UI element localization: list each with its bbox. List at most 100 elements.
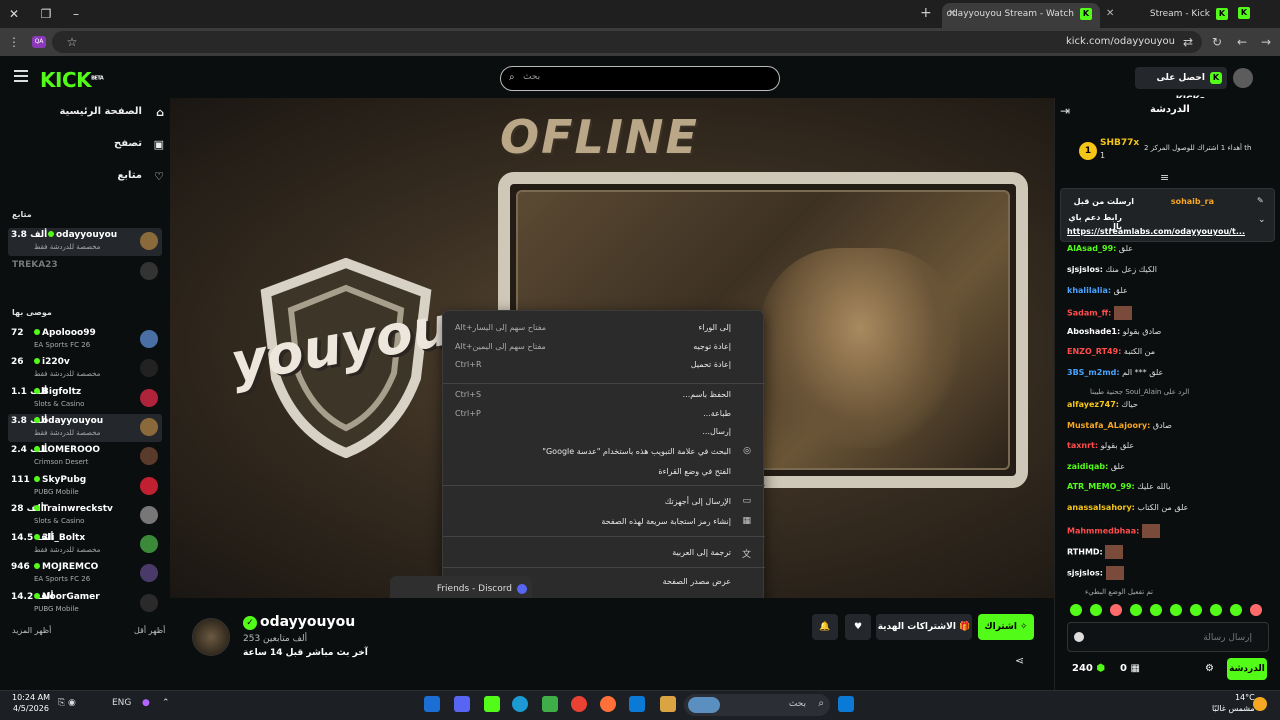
- network-icon[interactable]: ⎘ ◉: [58, 698, 76, 708]
- chrome-icon[interactable]: [571, 696, 587, 712]
- emote-icon[interactable]: [1250, 604, 1262, 616]
- sidebar-channel-3li_boltx[interactable]: 14.5 ألف 3li_Boltx مخصصة للدردشة فقط: [8, 531, 162, 559]
- bookmark-star-icon[interactable]: ☆: [64, 34, 80, 50]
- nav-browse[interactable]: ▣ تصفح: [14, 138, 164, 158]
- collapse-chat-icon[interactable]: ⇥: [1060, 104, 1070, 118]
- chat-send-button[interactable]: الدردشة: [1227, 658, 1267, 680]
- follow-heart-button[interactable]: ♥: [845, 614, 871, 640]
- context-menu-item[interactable]: الحفظ باسم... Ctrl+S: [443, 386, 765, 404]
- back-icon[interactable]: ←: [1234, 34, 1250, 50]
- sidebar-channel-treka23[interactable]: TREKA23: [8, 258, 162, 286]
- pinned-user[interactable]: SHB77x: [1100, 138, 1139, 148]
- menu-hamburger-icon[interactable]: [14, 70, 28, 82]
- emote-icon[interactable]: [1130, 604, 1142, 616]
- chat-message: Mustafa_ALajoory: صادق: [1067, 421, 1172, 430]
- sidebar-channel-noorgamer[interactable]: 14.2 ألف NoorGamer PUBG Mobile: [8, 590, 162, 618]
- steam-icon[interactable]: [424, 696, 440, 712]
- kick-taskbar-icon[interactable]: [484, 696, 500, 712]
- chat-message-field[interactable]: [1092, 629, 1252, 647]
- firefox-icon[interactable]: [600, 696, 616, 712]
- context-menu-item[interactable]: إرسال...: [443, 423, 765, 441]
- url-text[interactable]: kick.com/odayyouyou: [1066, 36, 1175, 47]
- search-input[interactable]: ⌕ بحث: [500, 66, 780, 91]
- subscribe-button[interactable]: اشتراك ✧: [978, 614, 1034, 640]
- kick-logo[interactable]: KICKBETA: [40, 68, 104, 92]
- emote-icon[interactable]: [1170, 604, 1182, 616]
- show-less-link[interactable]: أظهر أقل: [134, 626, 165, 635]
- sidebar-channel-odayyouyou[interactable]: 3.8 ألف odayyouyou مخصصة للدردشة فقط: [8, 228, 162, 256]
- emote-icon[interactable]: [1070, 604, 1082, 616]
- edge-icon[interactable]: [512, 696, 528, 712]
- forward-icon[interactable]: →: [1258, 34, 1274, 50]
- sidebar-channel-i220v[interactable]: 26 i220v مخصصة للدردشة فقط: [8, 355, 162, 383]
- file-explorer-icon[interactable]: [660, 696, 676, 712]
- close-tab-icon[interactable]: ✕: [1106, 3, 1114, 25]
- windows-start-icon[interactable]: [838, 696, 854, 712]
- app-icon[interactable]: [542, 696, 558, 712]
- show-more-link[interactable]: أظهر المزيد: [12, 626, 51, 635]
- emote-icon[interactable]: [1230, 604, 1242, 616]
- context-menu-item[interactable]: البحث في علامة التبويب هذه باستخدام "عدس…: [443, 443, 765, 461]
- chevron-down-icon[interactable]: ⌄: [1258, 215, 1266, 225]
- pinned-link[interactable]: https://streamlabs.com/odayyouyou/t...: [1067, 227, 1245, 236]
- sidebar-channel-odayyouyou[interactable]: 3.8 ألفodayyouyouمخصصة للدردشة فقط: [8, 413, 162, 442]
- context-menu-item[interactable]: الفتح في وضع القراءة: [443, 463, 765, 481]
- emote-icon[interactable]: [1210, 604, 1222, 616]
- new-tab-button[interactable]: +: [920, 6, 932, 20]
- sidebar-channel-bigfoltz[interactable]: 1.1 ألفBigfoltzSlots & Casino: [8, 385, 162, 413]
- context-menu-item[interactable]: طباعة... Ctrl+P: [443, 405, 765, 423]
- chat-input[interactable]: [1067, 622, 1269, 652]
- context-menu-item[interactable]: إلى الوراء Alt+مفتاح سهم إلى اليسار: [443, 319, 765, 337]
- close-window-icon[interactable]: ✕: [6, 6, 22, 22]
- reload-icon[interactable]: ↻: [1209, 34, 1225, 50]
- user-avatar[interactable]: [1233, 68, 1253, 88]
- sidebar-channel-lomerooo[interactable]: 2.4 ألفLOMEROOOCrimson Desert: [8, 443, 162, 471]
- emote-icon[interactable]: [1150, 604, 1162, 616]
- emote-icon[interactable]: [1110, 604, 1122, 616]
- tab-odayyouyou-stream[interactable]: K odayyouyou Stream - Watch Li ✕: [942, 3, 1100, 41]
- close-tab-icon[interactable]: ✕: [948, 3, 956, 25]
- gift-subs-button[interactable]: الاشتراكات الهدية 🎁: [876, 614, 972, 640]
- minimize-window-icon[interactable]: –: [68, 6, 84, 22]
- mic-icon[interactable]: ●: [142, 698, 150, 708]
- language-indicator[interactable]: ENG: [112, 698, 131, 708]
- pinned-message[interactable]: ✎ sohaib_ra ارسلت من قبل رابط دعم باي با…: [1060, 188, 1275, 242]
- sidebar-channel-trainwreckstv[interactable]: 28 ألفTrainwreckstvSlots & Casino: [8, 502, 162, 530]
- streamer-avatar[interactable]: [192, 618, 230, 656]
- weather-widget[interactable]: 14°C مشمس غالبًا: [1212, 692, 1255, 714]
- tray-expand-icon[interactable]: ⌃: [162, 698, 170, 708]
- nav-following[interactable]: ♡ متابع: [14, 170, 164, 190]
- omnibox[interactable]: [52, 31, 1202, 53]
- taskbar-clock[interactable]: 10:24 AM 4/5/2026: [12, 692, 50, 714]
- context-menu-item[interactable]: إعادة توجيه Alt+مفتاح سهم إلى اليمين: [443, 338, 765, 356]
- sidebar-channel-mojremco[interactable]: 946 MOJREMCO EA Sports FC 26: [8, 560, 162, 588]
- sidebar-channel-apolooo99[interactable]: 72 Apolooo99 EA Sports FC 26: [8, 326, 162, 354]
- avatar: [140, 535, 158, 554]
- discord-taskbar-icon[interactable]: [454, 696, 470, 712]
- restore-window-icon[interactable]: ❐: [38, 6, 54, 22]
- kick-extension-icon[interactable]: K: [1238, 7, 1250, 19]
- context-menu-item[interactable]: إعادة تحميل Ctrl+R: [443, 356, 765, 374]
- context-menu-item[interactable]: ترجمة إلى العربية 文: [443, 544, 765, 562]
- share-icon[interactable]: ⋖: [1015, 654, 1024, 667]
- chat-filter-icon[interactable]: ≡: [1160, 171, 1169, 184]
- nav-home[interactable]: ⌂ الصفحة الرئيسية: [14, 106, 164, 126]
- get-kicks-button[interactable]: K احصل على KICKs: [1135, 67, 1227, 105]
- streamer-name[interactable]: odayyouyou: [260, 614, 355, 630]
- weather-sun-icon: [1253, 697, 1267, 711]
- context-menu-item[interactable]: إنشاء رمز استجابة سريعة لهذه الصفحة ▦: [443, 513, 765, 531]
- notifications-bell-button[interactable]: 🔔: [812, 614, 838, 640]
- chat-settings-icon[interactable]: ⚙: [1205, 663, 1214, 674]
- site-settings-icon[interactable]: ⇄: [1180, 34, 1196, 50]
- sidebar-channel-skypubg[interactable]: 111 SkyPubg PUBG Mobile: [8, 473, 162, 501]
- emote-icon[interactable]: [1190, 604, 1202, 616]
- emote-icon[interactable]: [1090, 604, 1102, 616]
- context-menu-item[interactable]: الإرسال إلى أجهزتك ▭: [443, 493, 765, 511]
- taskbar-search[interactable]: بحث ⌕: [684, 694, 830, 716]
- emoji-icon[interactable]: [1074, 632, 1084, 642]
- stream-info-bar: [170, 598, 1054, 690]
- tab-kick-dashboard[interactable]: K Stream - Kick Dashboard ✕: [1100, 3, 1236, 41]
- more-menu-icon[interactable]: ⋮: [6, 34, 22, 50]
- store-icon[interactable]: [629, 696, 645, 712]
- profile-badge[interactable]: QA: [32, 36, 46, 48]
